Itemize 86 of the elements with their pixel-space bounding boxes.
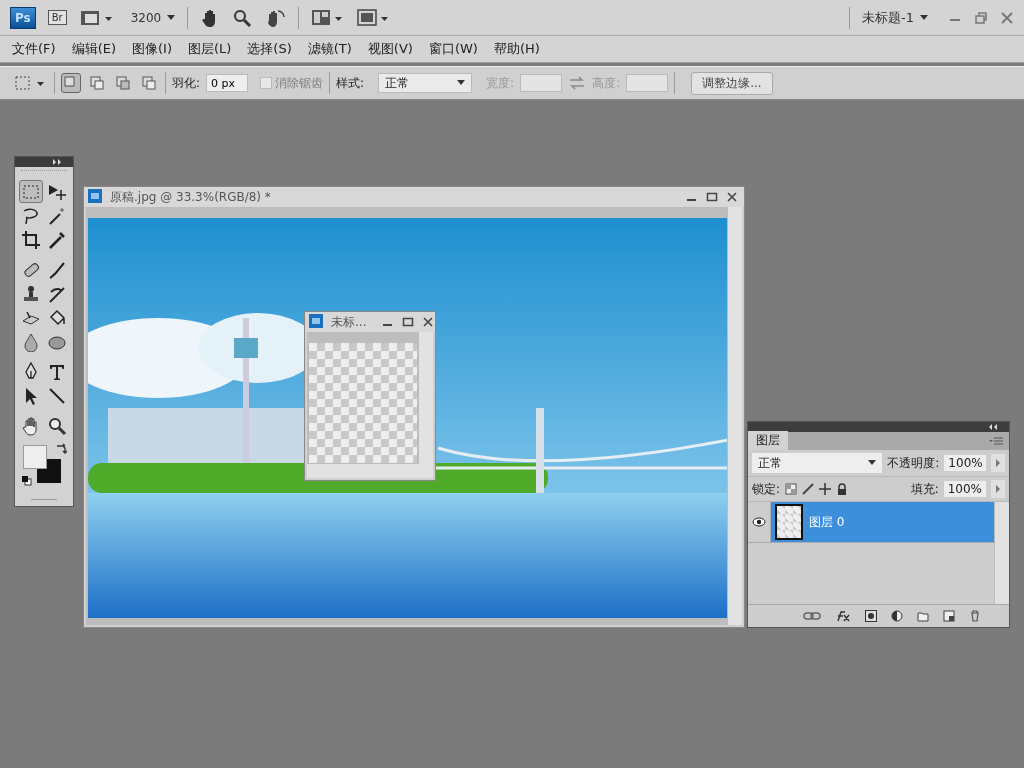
selection-mode-icon — [116, 76, 130, 90]
app-logo[interactable]: Ps — [10, 6, 36, 29]
opacity-field[interactable]: 100% — [944, 455, 987, 471]
bridge-button[interactable]: Br — [47, 10, 67, 25]
selection-mode-button[interactable] — [87, 73, 107, 93]
link-icon[interactable] — [803, 611, 821, 621]
menu-item[interactable]: 图像(I) — [132, 40, 172, 58]
menu-item[interactable]: 图层(L) — [187, 40, 232, 58]
selection-mode-icon — [90, 76, 104, 90]
caret-icon — [868, 460, 877, 466]
search-icon[interactable] — [232, 7, 253, 28]
restore-icon[interactable] — [974, 10, 988, 25]
wand-icon — [47, 205, 67, 226]
arrow-icon — [995, 485, 1001, 493]
opacity-slider-button[interactable] — [991, 454, 1005, 472]
crop-icon — [21, 229, 41, 250]
feather-field[interactable]: 0 px — [206, 74, 249, 92]
close-icon[interactable] — [422, 316, 435, 328]
caret-icon — [167, 14, 176, 21]
lasso-icon — [21, 205, 41, 226]
zoom-dropdown[interactable]: 3200 — [130, 10, 176, 25]
selection-mode-icon — [64, 76, 78, 90]
fill-slider-button[interactable] — [991, 480, 1005, 498]
horizontal-scrollbar[interactable] — [307, 463, 419, 478]
layers-tab[interactable]: 图层 — [748, 431, 788, 450]
selection-mode-button[interactable] — [139, 73, 159, 93]
close-icon[interactable] — [1000, 10, 1014, 25]
document-title: 未标... — [331, 313, 367, 331]
menu-item[interactable]: 视图(V) — [367, 40, 413, 58]
trash-icon[interactable] — [969, 610, 981, 622]
adjustment-icon[interactable] — [891, 610, 903, 622]
folder-icon[interactable] — [917, 610, 929, 622]
bucket-icon — [47, 307, 67, 328]
menu-item[interactable]: 滤镜(T) — [307, 40, 352, 58]
style-label: 样式: — [336, 74, 365, 92]
line-icon — [47, 385, 67, 406]
selection-mode-icon — [142, 76, 156, 90]
eyedropper-icon — [47, 229, 67, 250]
mask-icon[interactable] — [865, 610, 877, 622]
feather-label: 羽化: — [172, 74, 201, 92]
width-field[interactable] — [520, 74, 563, 92]
app-icon — [309, 313, 323, 331]
layer-name: 图层 0 — [809, 513, 845, 531]
selection-mode-button[interactable] — [113, 73, 133, 93]
blend-mode-dropdown[interactable]: 正常 — [752, 453, 883, 473]
caret-icon — [920, 14, 928, 21]
vertical-scrollbar[interactable] — [418, 332, 433, 478]
new-layer-icon[interactable] — [943, 610, 955, 622]
stamp-icon — [21, 283, 41, 304]
layer-effects-icon[interactable] — [835, 610, 851, 622]
default-colors-icon[interactable] — [21, 475, 32, 486]
style-dropdown[interactable]: 正常 — [378, 73, 473, 93]
menu-item[interactable]: 帮助(H) — [493, 40, 540, 58]
menu-item[interactable]: 选择(S) — [247, 40, 292, 58]
document-title: 原稿.jpg @ 33.3%(RGB/8) * — [110, 188, 271, 206]
move-icon[interactable] — [819, 483, 832, 495]
app-icon — [88, 188, 102, 206]
layer-thumbnail — [775, 504, 803, 540]
height-field[interactable] — [626, 74, 669, 92]
selection-mode-button[interactable] — [61, 73, 81, 93]
lock-label: 锁定: — [752, 480, 781, 498]
menu-item[interactable]: 编辑(E) — [71, 40, 116, 58]
menu-item[interactable]: 文件(F) — [12, 40, 56, 58]
fill-field[interactable]: 100% — [943, 481, 986, 497]
caret-icon — [457, 80, 466, 86]
lock-icon[interactable] — [836, 483, 849, 495]
eye-icon — [752, 517, 766, 527]
foreground-color-swatch[interactable] — [23, 445, 47, 469]
zoom-icon — [47, 415, 67, 436]
vertical-scrollbar[interactable] — [994, 502, 1009, 604]
maximize-icon[interactable] — [706, 191, 718, 203]
crop-tool-button[interactable] — [19, 228, 43, 251]
background-color-swatch[interactable] — [37, 459, 61, 483]
swap-colors-icon[interactable] — [55, 443, 67, 455]
fill-label: 填充: — [910, 480, 939, 498]
drop-icon — [21, 331, 41, 352]
close-icon[interactable] — [726, 191, 738, 203]
maximize-icon[interactable] — [402, 316, 415, 328]
document-dropdown[interactable]: 未标题-1 — [862, 8, 928, 27]
menu-item[interactable]: 窗口(W) — [428, 40, 478, 58]
opacity-label: 不透明度: — [887, 454, 940, 472]
arrow-icon — [995, 459, 1002, 467]
refine-edge-button[interactable]: 调整边缘... — [691, 71, 773, 95]
brush-icon[interactable] — [802, 483, 815, 495]
vertical-scrollbar[interactable] — [727, 207, 742, 625]
lock-transparency-icon[interactable] — [785, 483, 798, 495]
